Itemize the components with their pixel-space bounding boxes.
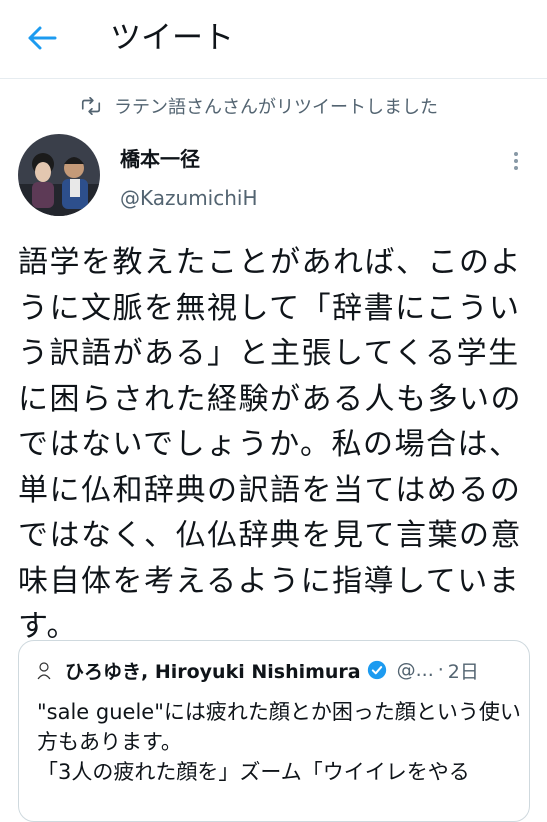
author-avatar[interactable] bbox=[18, 134, 100, 216]
verified-badge-icon bbox=[367, 660, 386, 680]
retweet-context[interactable]: ラテン語さんさんがリツイートしました bbox=[80, 92, 438, 120]
page-title: ツイート bbox=[110, 20, 234, 56]
more-options-button[interactable] bbox=[504, 150, 528, 174]
arrow-left-icon bbox=[28, 26, 57, 50]
retweet-icon bbox=[81, 97, 101, 115]
more-vertical-icon bbox=[504, 152, 528, 170]
avatar-image bbox=[18, 134, 100, 216]
quoted-tweet-text: "sale guele"には疲れた顔とか困った顔という使い方もあります。 「3人… bbox=[37, 700, 521, 784]
quoted-separator: · bbox=[437, 659, 444, 681]
tweet-text: 語学を教えたことがあれば、このように文脈を無視して「辞書にこういう訳語がある」と… bbox=[18, 245, 522, 644]
quoted-author-name[interactable]: ひろゆき, Hiroyuki Nishimura bbox=[65, 657, 361, 684]
quoted-tweet[interactable]: ひろゆき, Hiroyuki Nishimura @... · 2日 "sale… bbox=[18, 640, 530, 822]
author-handle[interactable]: @KazumichiH bbox=[120, 184, 258, 212]
app-header: ツイート bbox=[0, 0, 547, 79]
quoted-author-handle[interactable]: @... bbox=[397, 659, 434, 681]
quoted-timestamp[interactable]: 2日 bbox=[448, 657, 479, 684]
retweet-context-text: ラテン語さんさんがリツイートしました bbox=[114, 97, 438, 118]
author-name[interactable]: 橋本一径 bbox=[120, 145, 200, 173]
back-button[interactable] bbox=[22, 20, 62, 56]
quoted-tweet-header: ひろゆき, Hiroyuki Nishimura @... · 2日 bbox=[33, 655, 515, 685]
quoted-author-avatar[interactable] bbox=[33, 659, 55, 681]
quoted-avatar-image bbox=[33, 659, 55, 681]
